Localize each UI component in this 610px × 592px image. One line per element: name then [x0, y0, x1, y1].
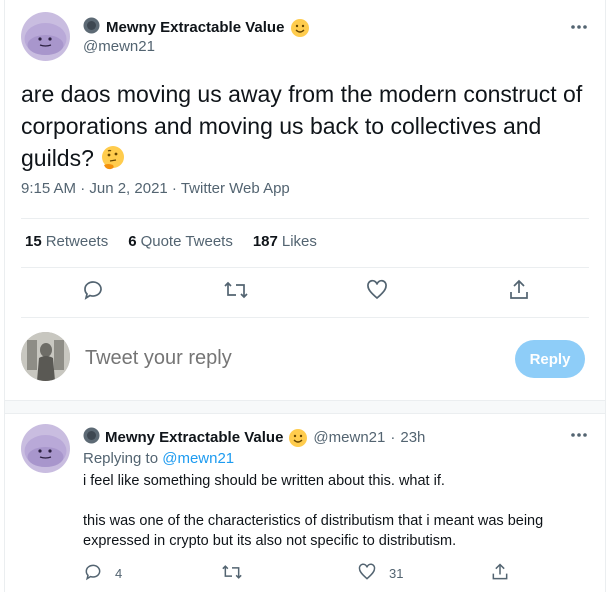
reply-share-button[interactable] [490, 562, 510, 585]
like-icon[interactable] [365, 278, 393, 306]
thinking-emoji [100, 145, 126, 171]
moon-badge-icon [83, 17, 100, 38]
quote-tweets-stat[interactable]: 6 Quote Tweets [128, 233, 233, 250]
like-count: 31 [389, 566, 404, 581]
like-icon [357, 562, 377, 585]
reply-icon[interactable] [81, 278, 109, 306]
avatar[interactable] [21, 12, 70, 61]
smile-emoji [290, 18, 310, 38]
replying-to-link[interactable]: @mewn21 [162, 450, 234, 467]
tweet-thread: Mewny Extractable Value @mewn21 are daos… [4, 0, 606, 592]
reply-reply-button[interactable]: 4 [83, 562, 122, 585]
reply-count: 4 [115, 566, 123, 581]
reply-author-handle[interactable]: @mewn21 [313, 429, 385, 446]
likes-stat[interactable]: 187 Likes [253, 233, 317, 250]
separator-dot: · [390, 429, 396, 446]
reply-paragraph: this was one of the characteristics of d… [83, 513, 544, 549]
author-name-row[interactable]: Mewny Extractable Value [83, 17, 310, 38]
reply-retweet-button[interactable] [221, 562, 243, 585]
reply-header: Mewny Extractable Value @mewn21 · 23h [83, 427, 425, 448]
share-icon[interactable] [507, 278, 535, 306]
tweet-timestamp[interactable]: 9:15 AM · Jun 2, 2021 · Twitter Web App [21, 180, 290, 197]
reply-button[interactable]: Reply [515, 340, 585, 378]
reply-input[interactable] [83, 346, 352, 371]
reply-time[interactable]: 23h [400, 429, 425, 446]
reply-like-button[interactable]: 31 [357, 562, 403, 585]
reply-actions: 4 31 [83, 562, 523, 582]
reply-icon [83, 562, 103, 585]
share-icon [490, 562, 510, 585]
divider [21, 218, 589, 219]
divider [21, 317, 589, 318]
section-separator [5, 400, 605, 414]
retweets-stat[interactable]: 15 Retweets [25, 233, 108, 250]
retweet-icon[interactable] [223, 278, 251, 306]
tweet-text: are daos moving us away from the modern … [21, 78, 589, 174]
more-icon[interactable] [569, 428, 589, 442]
replying-to-label: Replying to [83, 450, 159, 467]
reply-text: i feel like something should be written … [83, 471, 583, 551]
reply-author-name[interactable]: Mewny Extractable Value [105, 429, 283, 446]
more-icon[interactable] [569, 20, 589, 34]
divider [21, 267, 589, 268]
retweet-icon [221, 562, 243, 585]
reply-paragraph: i feel like something should be written … [83, 473, 445, 489]
tweet-actions [5, 278, 605, 306]
my-avatar[interactable] [21, 332, 70, 381]
replying-to: Replying to @mewn21 [83, 450, 234, 467]
author-handle[interactable]: @mewn21 [83, 38, 155, 55]
author-display-name: Mewny Extractable Value [106, 19, 285, 36]
tweet-stats: 15 Retweets 6 Quote Tweets 187 Likes [25, 233, 317, 250]
reply-author-avatar[interactable] [21, 424, 70, 473]
moon-badge-icon [83, 427, 100, 448]
smile-emoji [288, 428, 308, 448]
